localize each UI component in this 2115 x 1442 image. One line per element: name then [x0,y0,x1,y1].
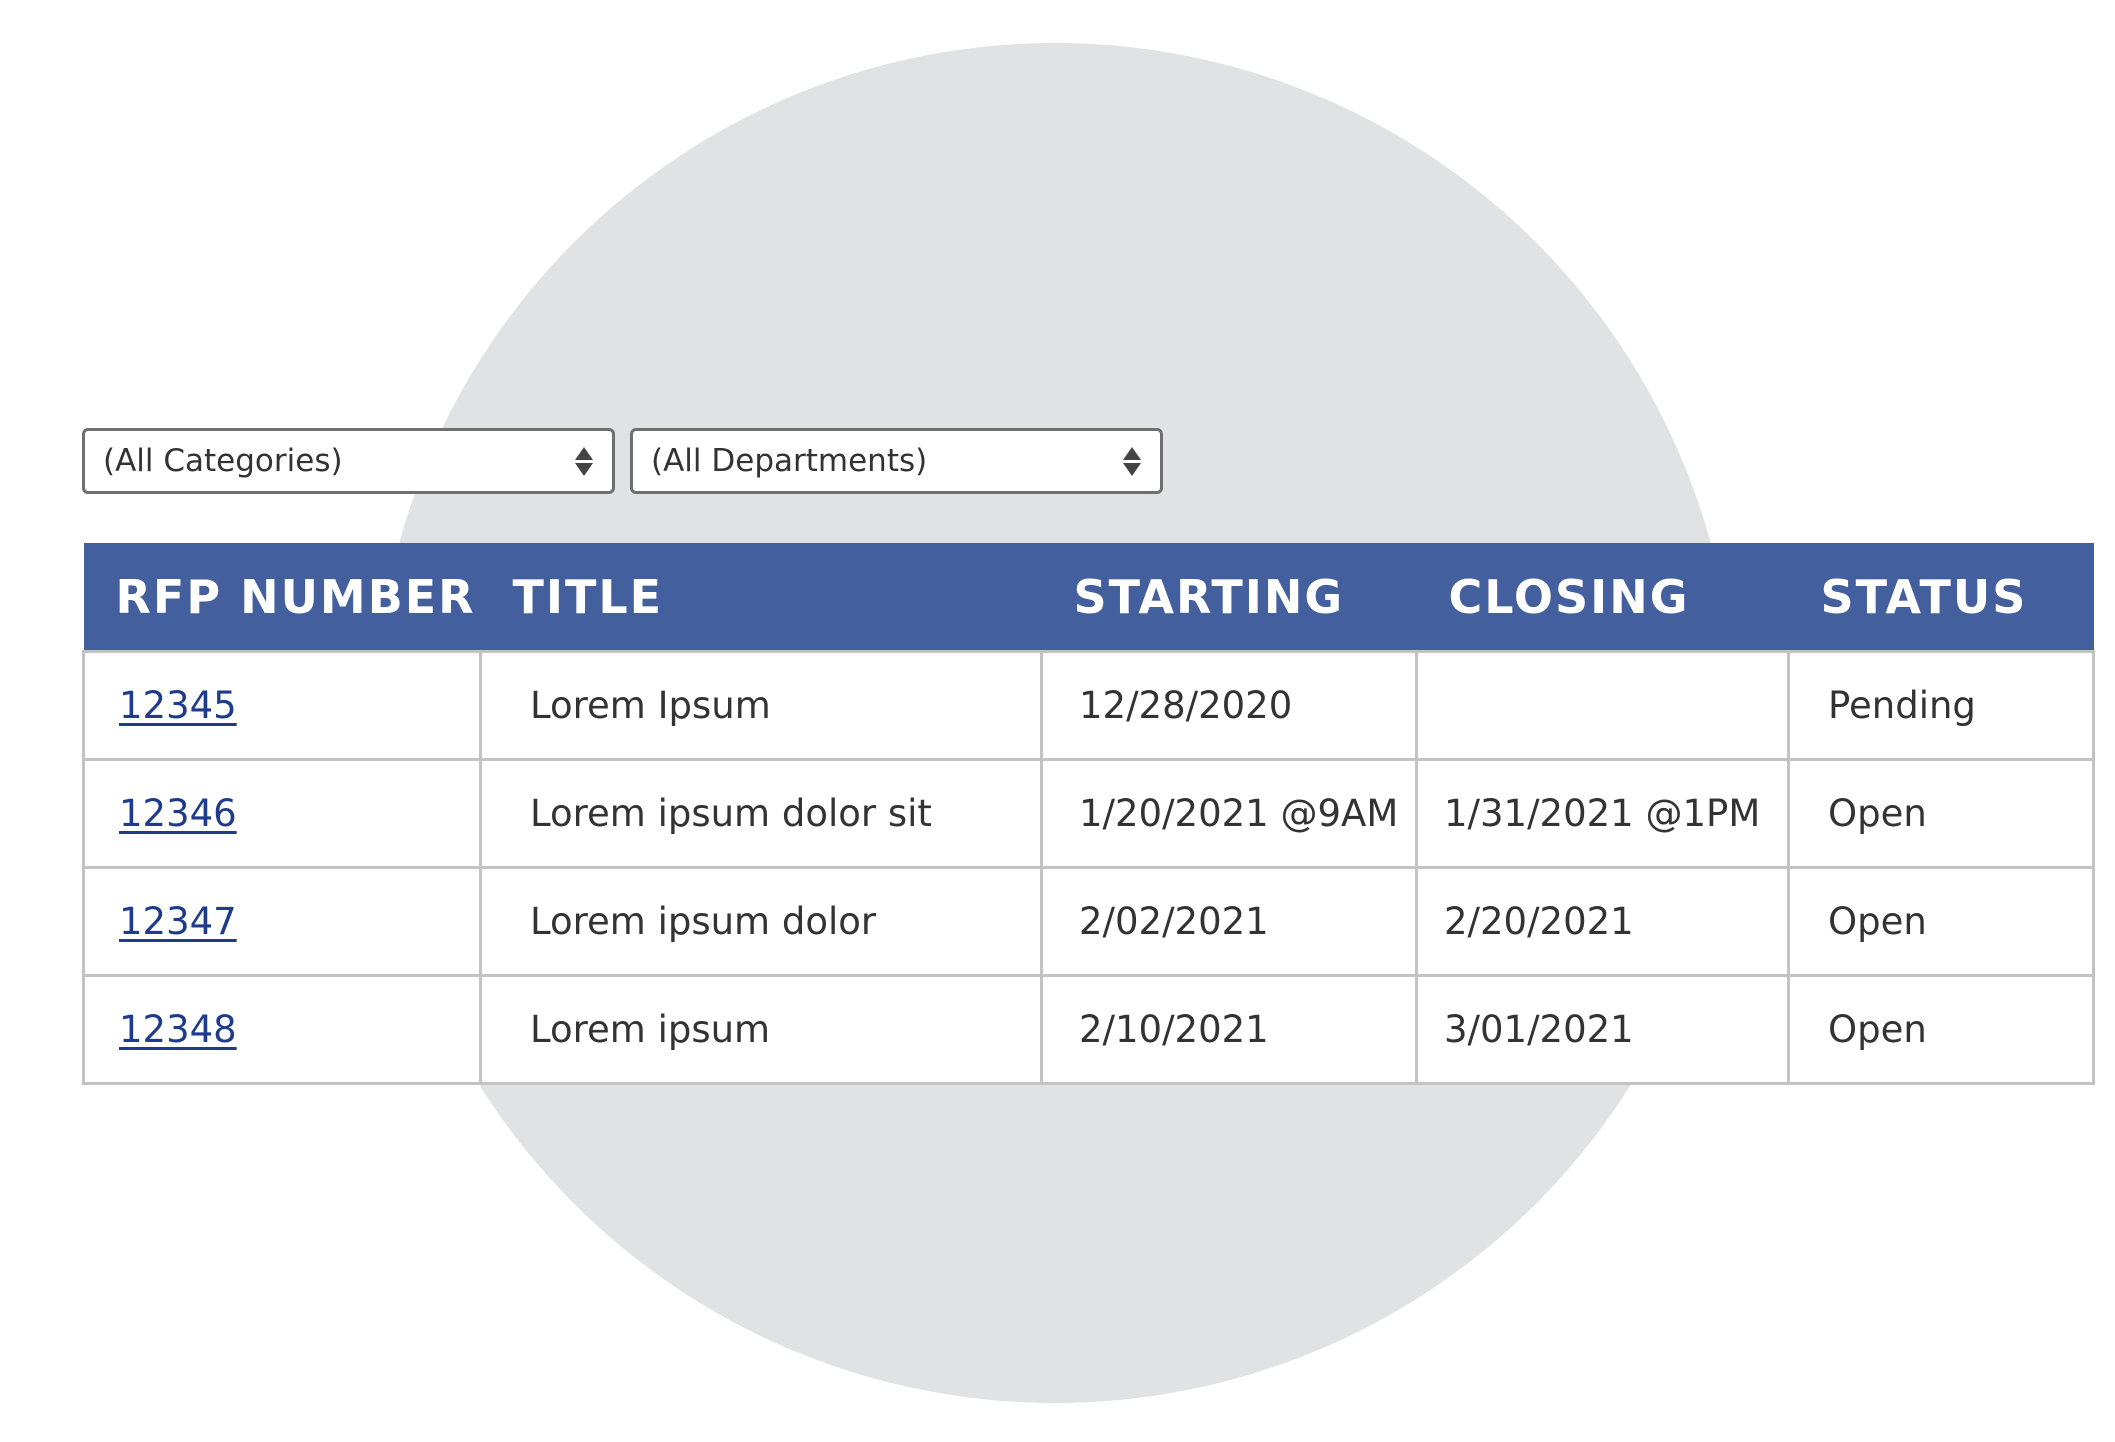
header-status: STATUS [1788,543,2094,652]
header-closing: CLOSING [1416,543,1789,652]
table-row: 12348 Lorem ipsum 2/10/2021 3/01/2021 Op… [82,974,2095,1085]
category-select-value: (All Categories) [103,443,343,479]
rfp-number-cell: 12346 [82,758,482,869]
filter-bar: (All Categories) (All Departments) [82,428,1163,494]
status-cell: Open [1787,974,2095,1085]
status-cell: Pending [1787,650,2095,761]
status-cell: Open [1787,866,2095,977]
title-cell: Lorem ipsum [479,974,1043,1085]
rfp-number-link[interactable]: 12346 [119,792,237,835]
rfp-number-cell: 12348 [82,974,482,1085]
header-rfp-number: RFP NUMBER [83,543,481,652]
rfp-number-cell: 12347 [82,866,482,977]
title-cell: Lorem ipsum dolor sit [479,758,1043,869]
title-cell: Lorem ipsum dolor [479,866,1043,977]
closing-cell: 2/20/2021 [1415,866,1790,977]
up-down-arrows-icon [1123,446,1141,476]
rfp-table: RFP NUMBER TITLE STARTING CLOSING STATUS… [82,543,2095,1085]
rfp-number-cell: 12345 [82,650,482,761]
closing-cell [1415,650,1790,761]
status-cell: Open [1787,758,2095,869]
closing-cell: 3/01/2021 [1415,974,1790,1085]
rfp-number-link[interactable]: 12347 [119,900,237,943]
table-row: 12345 Lorem Ipsum 12/28/2020 Pending [82,650,2095,761]
up-down-arrows-icon [575,446,593,476]
starting-cell: 1/20/2021 @9AM [1040,758,1418,869]
department-select-value: (All Departments) [651,443,928,479]
rfp-number-link[interactable]: 12345 [119,684,237,727]
header-starting: STARTING [1041,543,1417,652]
starting-cell: 2/10/2021 [1040,974,1418,1085]
table-header-row: RFP NUMBER TITLE STARTING CLOSING STATUS [83,543,2094,652]
closing-cell: 1/31/2021 @1PM [1415,758,1790,869]
title-cell: Lorem Ipsum [479,650,1043,761]
starting-cell: 2/02/2021 [1040,866,1418,977]
table-row: 12347 Lorem ipsum dolor 2/02/2021 2/20/2… [82,866,2095,977]
table-row: 12346 Lorem ipsum dolor sit 1/20/2021 @9… [82,758,2095,869]
header-title: TITLE [480,543,1042,652]
department-select[interactable]: (All Departments) [630,428,1163,494]
rfp-number-link[interactable]: 12348 [119,1008,237,1051]
category-select[interactable]: (All Categories) [82,428,615,494]
starting-cell: 12/28/2020 [1040,650,1418,761]
